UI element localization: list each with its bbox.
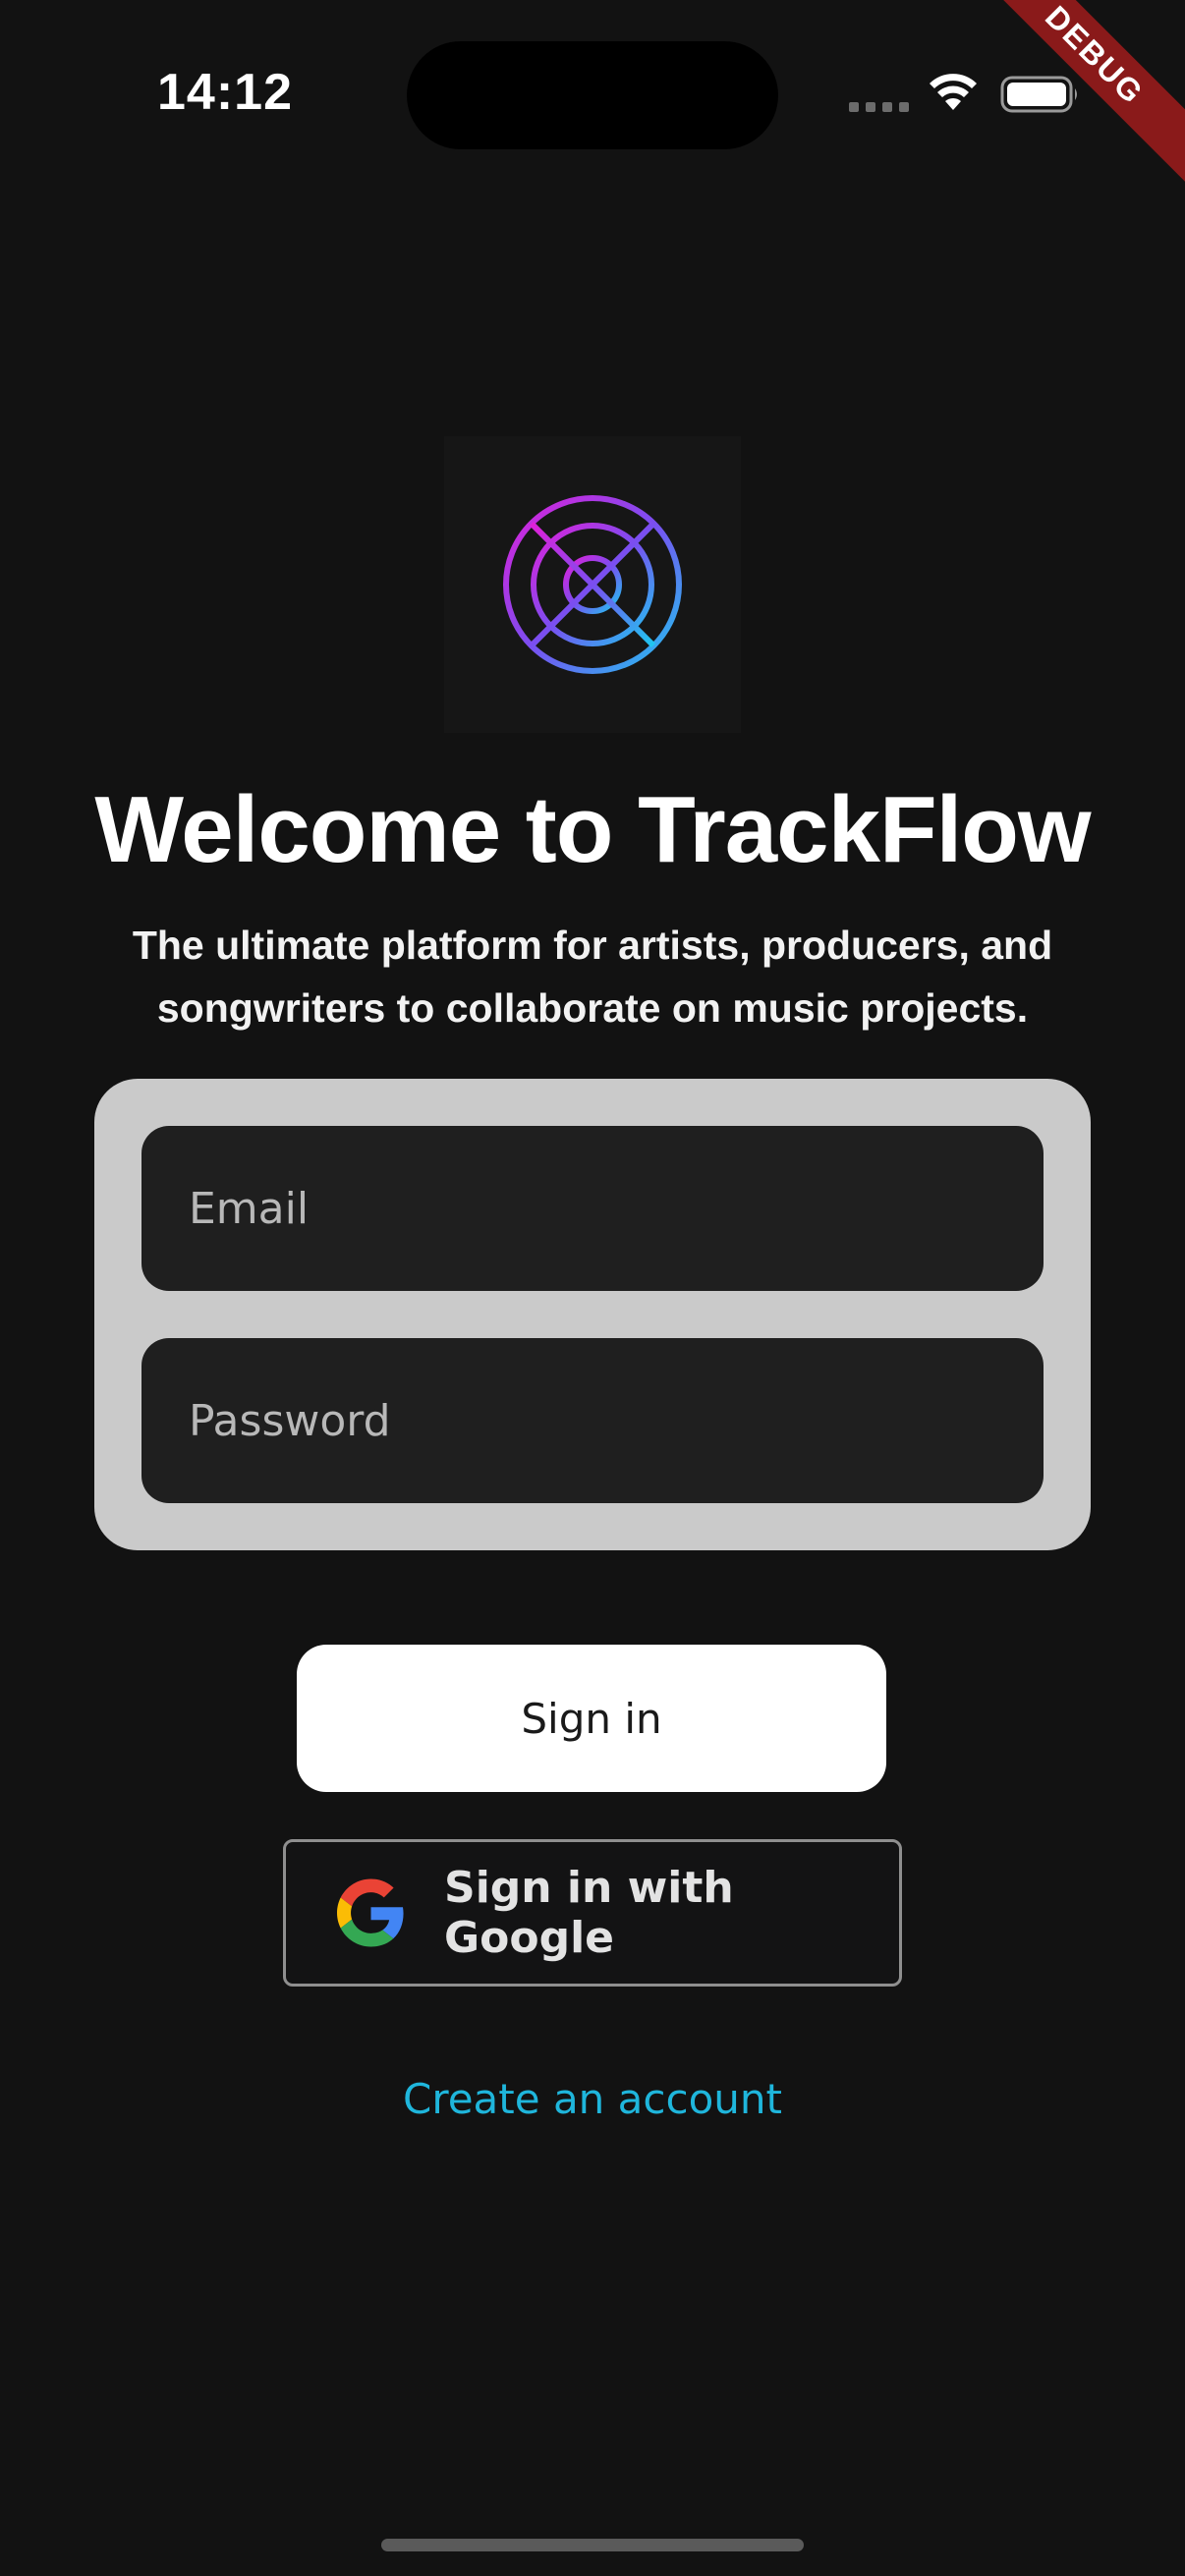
password-field[interactable] [141, 1338, 1044, 1503]
battery-icon [1000, 76, 1077, 113]
cellular-signal-icon [849, 102, 909, 112]
app-logo [444, 436, 741, 733]
dynamic-island [407, 41, 778, 149]
google-sign-in-button[interactable]: Sign in with Google [283, 1839, 902, 1987]
google-sign-in-label: Sign in with Google [444, 1863, 734, 1963]
google-icon [337, 1878, 404, 1947]
sign-in-button-label: Sign in [521, 1694, 662, 1743]
trackflow-logo-icon [503, 495, 682, 674]
page-title: Welcome to TrackFlow [94, 777, 1091, 882]
create-account-link[interactable]: Create an account [0, 2075, 1185, 2123]
page-subtitle: The ultimate platform for artists, produ… [132, 923, 1053, 1031]
sign-in-button[interactable]: Sign in [297, 1645, 886, 1792]
status-bar-time: 14:12 [157, 64, 293, 121]
email-field[interactable] [141, 1126, 1044, 1291]
wifi-icon [930, 74, 977, 110]
home-indicator[interactable] [381, 2539, 804, 2551]
login-form-card [94, 1079, 1091, 1550]
